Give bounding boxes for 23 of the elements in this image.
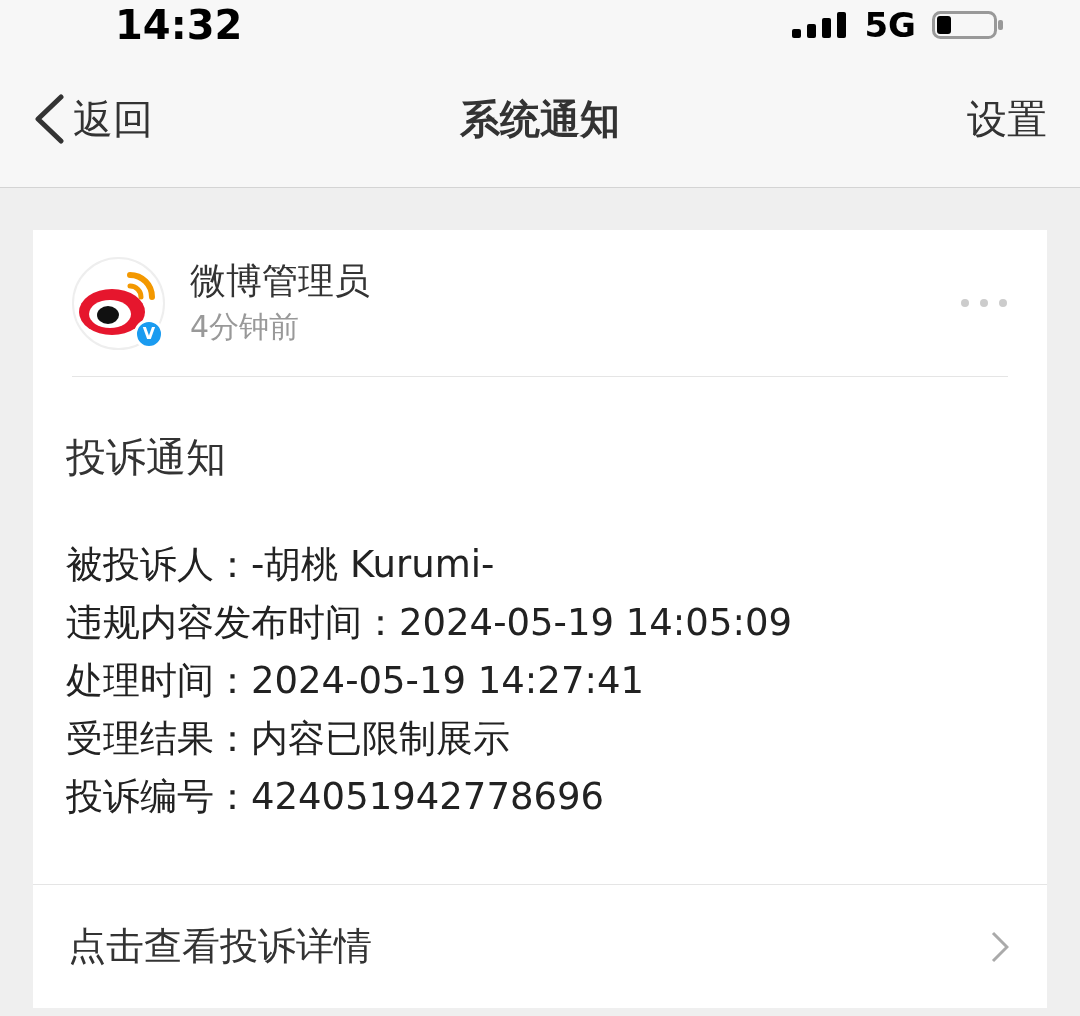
field-value: 2024-05-19 14:27:41: [251, 658, 644, 704]
field-value: 424051942778696: [251, 774, 605, 820]
field-value: -胡桃 Kurumi-: [251, 542, 495, 588]
chevron-right-icon: [991, 930, 1009, 963]
field-label: 处理时间：: [66, 658, 251, 704]
back-button[interactable]: 返回: [73, 88, 153, 149]
page-title: 系统通知: [460, 94, 620, 144]
field-label: 被投诉人：: [66, 542, 251, 588]
details-link[interactable]: 点击查看投诉详情: [68, 918, 372, 975]
status-time: 14:32: [115, 5, 243, 45]
message-time: 4分钟前: [190, 308, 301, 346]
field-value: 内容已限制展示: [251, 716, 510, 762]
back-icon[interactable]: [33, 93, 65, 144]
notice-title: 投诉通知: [66, 433, 227, 482]
field-label: 违规内容发布时间：: [66, 600, 399, 646]
field-value: 2024-05-19 14:05:09: [399, 600, 792, 646]
field-label: 受理结果：: [66, 716, 251, 762]
settings-button[interactable]: 设置: [967, 88, 1047, 149]
sender-name: 微博管理员: [190, 259, 370, 303]
battery-icon: [932, 11, 1004, 39]
field-label: 投诉编号：: [66, 774, 251, 820]
network-label: 5G: [864, 8, 916, 42]
signal-icon: [792, 12, 849, 38]
